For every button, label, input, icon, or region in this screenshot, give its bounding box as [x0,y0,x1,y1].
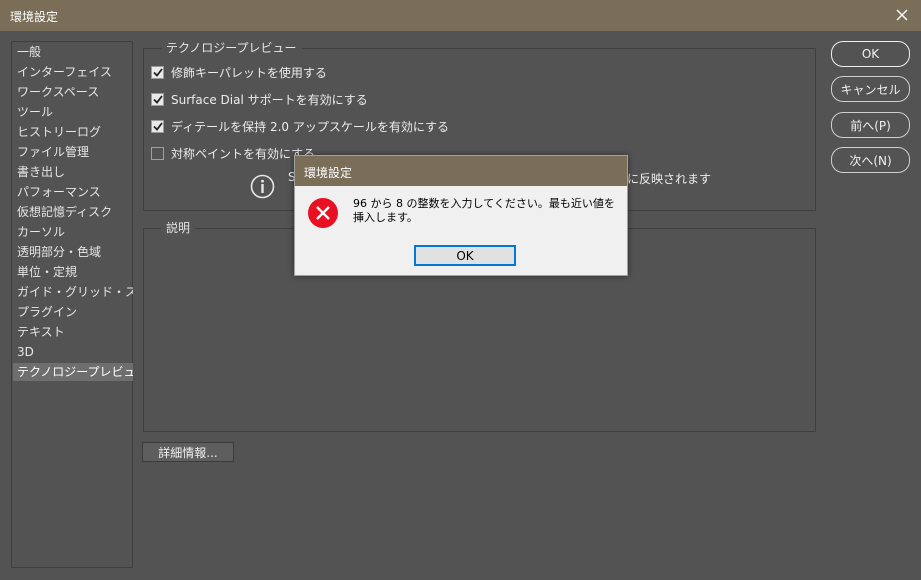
error-dialog-message: 96 から 8 の整数を入力してください。最も近い値を挿入します。 [353,197,615,224]
sidebar-item-history-log[interactable]: ヒストリーログ [13,123,133,141]
error-dialog: 環境設定 96 から 8 の整数を入力してください。最も近い値を挿入します。 O… [294,155,628,276]
previous-button[interactable]: 前へ(P) [831,112,910,138]
checkmark-icon [152,121,163,131]
sidebar-item-interface[interactable]: インターフェイス [13,63,133,81]
preferences-sidebar: 一般 インターフェイス ワークスペース ツール ヒストリーログ ファイル管理 書… [11,41,133,568]
error-dialog-title: 環境設定 [295,156,627,186]
sidebar-item-plugins[interactable]: プラグイン [13,303,133,321]
close-icon [896,9,908,21]
preserve-details-option[interactable]: ディテールを保持 2.0 アップスケールを有効にする [151,118,449,134]
description-group-label: 説明 [161,220,196,236]
sidebar-item-guides-grid-slices[interactable]: ガイド・グリッド・スライス [13,283,133,301]
surface-dial-option[interactable]: Surface Dial サポートを有効にする [151,91,368,107]
info-text-end: に反映されます [627,172,712,186]
surface-dial-label: Surface Dial サポートを有効にする [171,92,368,107]
sidebar-item-3d[interactable]: 3D [13,343,133,361]
modifier-keys-palette-label: 修飾キーパレットを使用する [171,65,327,80]
sidebar-item-file-handling[interactable]: ファイル管理 [13,143,133,161]
window-titlebar: 環境設定 [0,0,921,31]
sidebar-item-workspace[interactable]: ワークスペース [13,83,133,101]
info-icon [250,174,275,199]
symmetry-paint-checkbox[interactable] [151,146,164,160]
preserve-details-checkbox[interactable] [151,119,164,133]
sidebar-item-general[interactable]: 一般 [13,43,133,61]
sidebar-item-transparency-gamut[interactable]: 透明部分・色域 [13,243,133,261]
symmetry-paint-option[interactable]: 対称ペイントを有効にする [151,145,315,161]
cancel-button[interactable]: キャンセル [831,76,910,102]
sidebar-item-performance[interactable]: パフォーマンス [13,183,133,201]
preserve-details-label: ディテールを保持 2.0 アップスケールを有効にする [171,119,449,134]
window-title: 環境設定 [10,10,59,24]
error-icon [308,198,338,228]
ok-button[interactable]: OK [831,41,910,67]
sidebar-item-scratch-disks[interactable]: 仮想記憶ディスク [13,203,133,221]
sidebar-item-technology-previews[interactable]: テクノロジープレビュー [13,363,133,381]
modifier-keys-palette-checkbox[interactable] [151,65,164,79]
sidebar-item-units-rulers[interactable]: 単位・定規 [13,263,133,281]
sidebar-item-export[interactable]: 書き出し [13,163,133,181]
modifier-keys-palette-option[interactable]: 修飾キーパレットを使用する [151,64,327,80]
surface-dial-checkbox[interactable] [151,92,164,106]
checkmark-icon [152,67,163,77]
checkmark-icon [152,94,163,104]
more-info-button[interactable]: 詳細情報... [142,442,234,462]
close-window-button[interactable] [891,4,913,26]
tech-preview-group-label: テクノロジープレビュー [161,40,302,56]
sidebar-item-cursors[interactable]: カーソル [13,223,133,241]
next-button[interactable]: 次へ(N) [831,147,910,173]
error-dialog-ok-button[interactable]: OK [414,245,516,266]
sidebar-item-tools[interactable]: ツール [13,103,133,121]
sidebar-item-type[interactable]: テキスト [13,323,133,341]
